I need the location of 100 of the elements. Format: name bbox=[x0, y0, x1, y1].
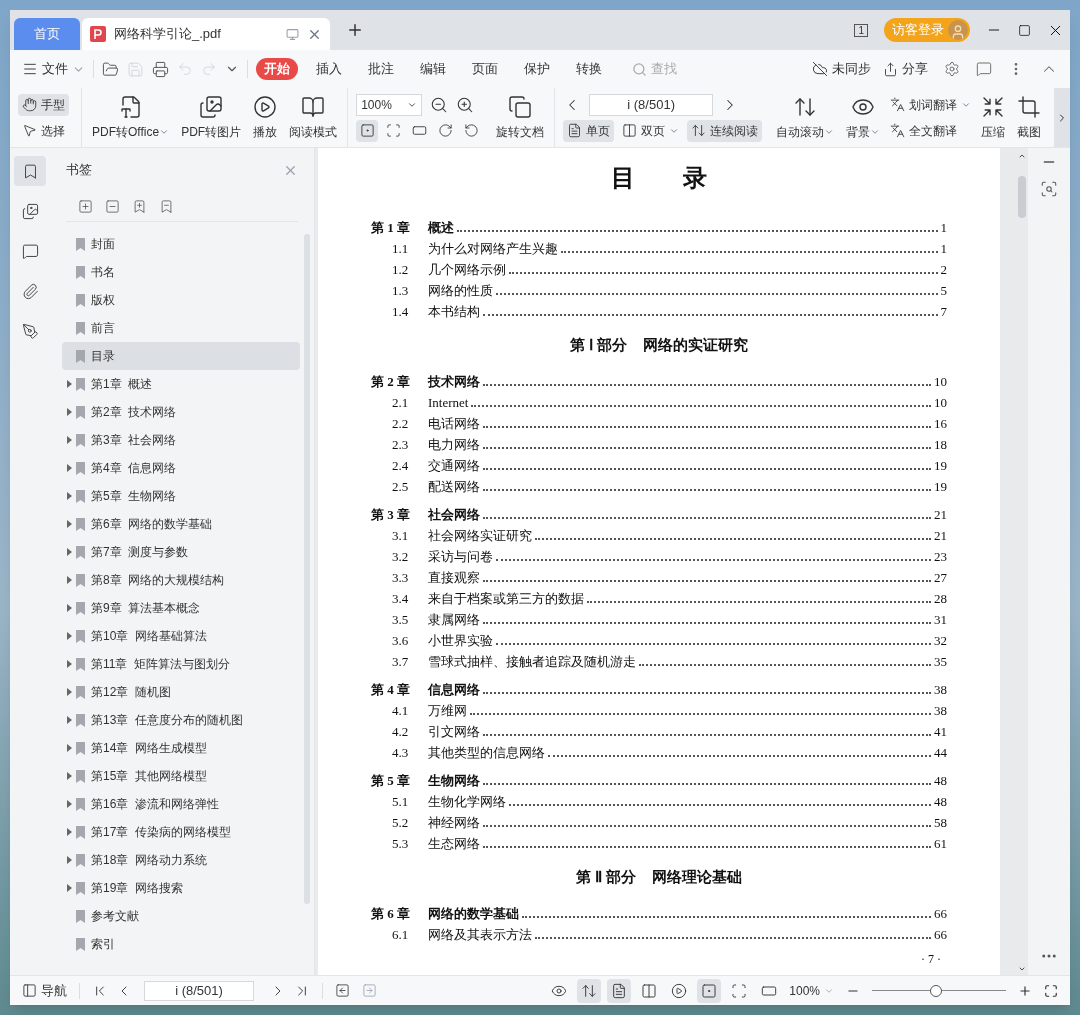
bookmark-item[interactable]: 参考文献 bbox=[62, 902, 300, 930]
bookmark-item[interactable]: 第13章 任意度分布的随机图 bbox=[62, 706, 300, 734]
add-bookmark-icon[interactable] bbox=[132, 199, 147, 214]
expand-arrow-icon[interactable] bbox=[66, 856, 72, 864]
search-field[interactable]: 查找 bbox=[651, 59, 701, 79]
expand-arrow-icon[interactable] bbox=[66, 884, 72, 892]
ribbon-tab[interactable]: 保护 bbox=[516, 58, 558, 80]
expand-arrow-icon[interactable] bbox=[66, 380, 72, 388]
expand-arrow-icon[interactable] bbox=[66, 548, 72, 556]
message-icon[interactable] bbox=[976, 61, 992, 77]
bookmark-item[interactable]: 第12章 随机图 bbox=[62, 678, 300, 706]
ribbon-tab[interactable]: 插入 bbox=[308, 58, 350, 80]
page-mode-button[interactable]: 双页 bbox=[618, 119, 684, 142]
sync-button[interactable]: 未同步 bbox=[812, 59, 871, 79]
monitor-icon[interactable] bbox=[286, 27, 299, 41]
expand-arrow-icon[interactable] bbox=[66, 436, 72, 444]
page-number-field[interactable]: i (8/501) bbox=[589, 93, 714, 116]
document-tab[interactable]: 网络科学引论_.pdf bbox=[82, 18, 330, 50]
ribbon-tab[interactable]: 编辑 bbox=[412, 58, 454, 80]
toolbar-button[interactable]: 截图 bbox=[1011, 88, 1048, 147]
bookmark-item[interactable]: 第16章 渗流和网络弹性 bbox=[62, 790, 300, 818]
toolbar-button[interactable]: PDF转图片 bbox=[175, 88, 248, 147]
scrollbar[interactable] bbox=[1018, 176, 1026, 218]
expand-arrow-icon[interactable] bbox=[66, 744, 72, 752]
bookmark-item[interactable]: 目录 bbox=[62, 342, 300, 370]
print-icon[interactable] bbox=[152, 60, 169, 78]
ribbon-tab[interactable]: 转换 bbox=[568, 58, 610, 80]
search-document-icon[interactable] bbox=[1040, 180, 1058, 198]
ribbon-tab[interactable]: 页面 bbox=[464, 58, 506, 80]
zoom-out-icon[interactable] bbox=[430, 95, 449, 114]
expand-arrow-icon[interactable] bbox=[66, 716, 72, 724]
bookmark-item[interactable]: 版权 bbox=[62, 286, 300, 314]
bookmark-item[interactable]: 书名 bbox=[62, 258, 300, 286]
toolbar-button[interactable]: PDF转Office bbox=[86, 88, 176, 147]
file-menu[interactable]: 文件 bbox=[22, 59, 85, 79]
bookmark-item[interactable]: 第14章 网络生成模型 bbox=[62, 734, 300, 762]
toolbar-button[interactable]: 旋转文档 bbox=[490, 88, 551, 147]
expand-arrow-icon[interactable] bbox=[66, 660, 72, 668]
zoom-select[interactable]: 100% bbox=[356, 93, 423, 116]
remove-bookmark-icon[interactable] bbox=[159, 199, 174, 214]
bookmark-item[interactable]: 第9章 算法基本概念 bbox=[62, 594, 300, 622]
page-mode-button[interactable]: 单页 bbox=[563, 119, 615, 142]
expand-arrow-icon[interactable] bbox=[66, 800, 72, 808]
scroll-up-icon[interactable] bbox=[1018, 152, 1026, 160]
zoom-slider[interactable] bbox=[872, 984, 1006, 997]
expand-arrow-icon[interactable] bbox=[66, 520, 72, 528]
view-button[interactable] bbox=[577, 978, 602, 1003]
zoom-select[interactable]: 100% bbox=[789, 981, 834, 1000]
scroll-down-icon[interactable] bbox=[1018, 965, 1026, 973]
bookmark-item[interactable]: 第17章 传染病的网络模型 bbox=[62, 818, 300, 846]
expand-arrow-icon[interactable] bbox=[66, 604, 72, 612]
settings-icon[interactable] bbox=[944, 61, 960, 77]
translate-button[interactable]: 全文翻译 bbox=[890, 119, 972, 142]
bookmark-item[interactable]: 第4章 信息网络 bbox=[62, 454, 300, 482]
bookmark-item[interactable]: 封面 bbox=[62, 230, 300, 258]
bookmark-item[interactable]: 第19章 网络搜索 bbox=[62, 874, 300, 902]
expand-arrow-icon[interactable] bbox=[66, 632, 72, 640]
bookmark-item[interactable]: 第10章 网络基础算法 bbox=[62, 622, 300, 650]
expand-arrow-icon[interactable] bbox=[66, 688, 72, 696]
toolbar-button[interactable]: 阅读模式 bbox=[283, 88, 344, 147]
new-tab-icon[interactable] bbox=[346, 21, 364, 39]
sidebar-tab[interactable] bbox=[14, 156, 46, 186]
page-mode-button[interactable]: 连续阅读 bbox=[687, 119, 763, 142]
bookmark-item[interactable]: 第6章 网络的数学基础 bbox=[62, 510, 300, 538]
toolbar-button[interactable]: 自动滚动 bbox=[770, 88, 841, 147]
maximize-icon[interactable] bbox=[1018, 23, 1031, 37]
bookmark-item[interactable]: 前言 bbox=[62, 314, 300, 342]
expand-all-icon[interactable] bbox=[78, 199, 93, 214]
expand-arrow-icon[interactable] bbox=[66, 408, 72, 416]
fullscreen-icon[interactable] bbox=[1044, 983, 1058, 998]
page-number-field[interactable]: i (8/501) bbox=[144, 980, 254, 1001]
bookmark-item[interactable]: 第3章 社会网络 bbox=[62, 426, 300, 454]
bookmark-item[interactable]: 第7章 测度与参数 bbox=[62, 538, 300, 566]
bookmark-item[interactable]: 第11章 矩阵算法与图划分 bbox=[62, 650, 300, 678]
view-button[interactable] bbox=[356, 119, 379, 142]
ribbon-tab[interactable]: 批注 bbox=[360, 58, 402, 80]
toolbar-button[interactable]: 播放 bbox=[247, 88, 284, 147]
ribbon-tab[interactable]: 开始 bbox=[256, 58, 298, 80]
toolbar-button[interactable]: 背景 bbox=[840, 88, 887, 147]
tool-button[interactable]: 手型 bbox=[18, 93, 69, 116]
expand-arrow-icon[interactable] bbox=[66, 576, 72, 584]
bookmark-item[interactable]: 第1章 概述 bbox=[62, 370, 300, 398]
bookmark-item[interactable]: 第2章 技术网络 bbox=[62, 398, 300, 426]
share-button[interactable]: 分享 bbox=[883, 59, 928, 79]
zoom-in-icon[interactable] bbox=[456, 95, 475, 114]
translate-button[interactable]: 划词翻译 bbox=[890, 93, 972, 116]
collapse-all-icon[interactable] bbox=[105, 199, 120, 214]
bookmark-item[interactable]: 第18章 网络动力系统 bbox=[62, 846, 300, 874]
back-icon[interactable] bbox=[335, 983, 350, 998]
toolbar-button[interactable]: 压缩 bbox=[975, 88, 1012, 147]
bookmark-item[interactable]: 第15章 其他网络模型 bbox=[62, 762, 300, 790]
bookmark-item[interactable]: 第5章 生物网络 bbox=[62, 482, 300, 510]
expand-arrow-icon[interactable] bbox=[66, 492, 72, 500]
open-folder-icon[interactable] bbox=[102, 60, 119, 78]
expand-arrow-icon[interactable] bbox=[66, 828, 72, 836]
expand-arrow-icon[interactable] bbox=[66, 772, 72, 780]
bookmark-item[interactable]: 第8章 网络的大规模结构 bbox=[62, 566, 300, 594]
window-count-indicator[interactable]: 1 bbox=[854, 23, 868, 37]
expand-arrow-icon[interactable] bbox=[66, 464, 72, 472]
view-button[interactable] bbox=[607, 978, 632, 1003]
